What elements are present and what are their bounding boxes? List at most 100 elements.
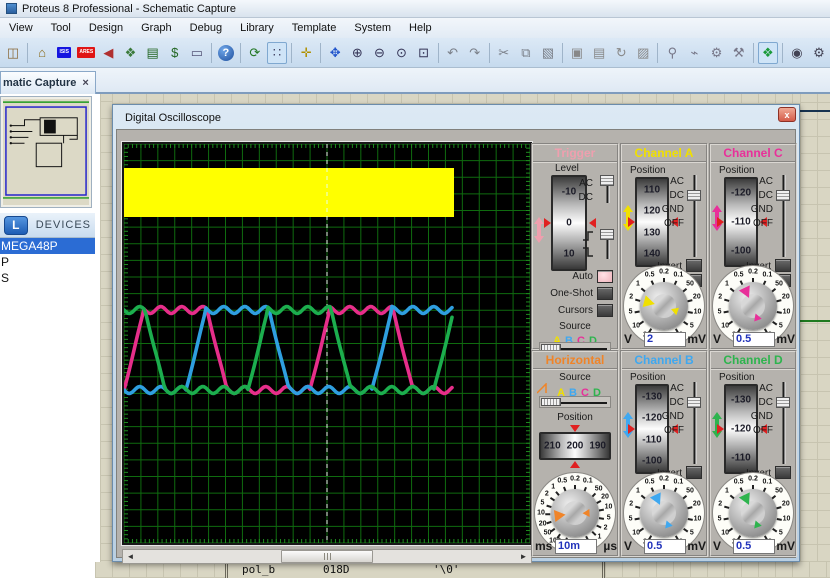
wheel-value: -110 <box>726 452 756 463</box>
cut-icon[interactable]: ✂ <box>494 42 514 64</box>
device-item-p[interactable]: P <box>0 254 95 270</box>
scrollbar-thumb[interactable] <box>281 550 373 563</box>
menu-system[interactable]: System <box>345 20 400 36</box>
menu-graph[interactable]: Graph <box>132 20 181 36</box>
knob-scale-value: 50 <box>775 488 783 495</box>
schematic-sheet-edge-top[interactable] <box>112 94 830 104</box>
menu-debug[interactable]: Debug <box>181 20 231 36</box>
device-item-s[interactable]: S <box>0 270 95 286</box>
channel-b-gain-knob[interactable]: 20105210.50.20.150201052VmV0.5 <box>622 473 706 557</box>
tab-schematic-capture[interactable]: matic Capture × <box>0 71 96 94</box>
grid-toggle-icon[interactable]: ∷ <box>267 42 287 64</box>
trigger-oneshot-button[interactable] <box>597 287 613 300</box>
channel-a-coupling-slider[interactable] <box>686 173 704 259</box>
exit-door-icon[interactable]: ◫ <box>3 42 23 64</box>
trigger-oneshot-label: One-Shot <box>550 288 593 299</box>
slider-thumb[interactable] <box>600 229 614 240</box>
home-icon[interactable]: ⌂ <box>32 42 52 64</box>
knob-scale-value: 5 <box>629 515 633 522</box>
block-delete-icon[interactable]: ▨ <box>633 42 653 64</box>
paste-icon[interactable]: ▧ <box>538 42 558 64</box>
knob-scale-value: 2 <box>545 490 549 497</box>
slider-thumb[interactable] <box>600 175 614 186</box>
block-move-icon[interactable]: ▤ <box>589 42 609 64</box>
slider-thumb[interactable] <box>687 190 701 201</box>
measure-icon[interactable]: ▭ <box>187 42 207 64</box>
origin-icon[interactable]: ✛ <box>296 42 316 64</box>
block-rotate-icon[interactable]: ↻ <box>611 42 631 64</box>
device-item-mega48p[interactable]: MEGA48P <box>0 238 95 254</box>
channel-d-coupling-slider[interactable] <box>775 380 793 466</box>
property-tool-icon[interactable]: ⚙ <box>809 42 829 64</box>
refresh-icon[interactable]: ⟳ <box>245 42 265 64</box>
design-explorer-icon[interactable]: ❖ <box>758 42 778 64</box>
schematic-sheet-edge-right[interactable] <box>800 94 830 562</box>
zoom-select-icon[interactable]: ⚲ <box>662 42 682 64</box>
ares-icon[interactable]: ARES <box>76 42 96 64</box>
trigger-coupling-switch[interactable] <box>599 173 617 205</box>
configure-icon[interactable]: ⚙ <box>707 42 727 64</box>
isis-icon[interactable]: ISIS <box>54 42 74 64</box>
channel-c-panel: Channel CPosition-120-110-100ACDCGNDOFFI… <box>709 143 797 350</box>
scope-titlebar[interactable]: Digital Oscilloscope <box>116 108 796 128</box>
channel-b-coupling-slider[interactable] <box>686 380 704 466</box>
knob-scale-value: 2 <box>629 294 633 301</box>
hammer-icon[interactable]: ⚒ <box>729 42 749 64</box>
slider-thumb[interactable] <box>776 190 790 201</box>
undo-icon[interactable]: ↶ <box>443 42 463 64</box>
bom-icon[interactable]: $ <box>165 42 185 64</box>
slider-thumb[interactable] <box>541 398 561 406</box>
schematic-sheet-edge-left[interactable] <box>95 94 112 578</box>
horizontal-timebase-knob[interactable]: 2001005020105210.50.20.15020105210.5msµs… <box>533 473 617 557</box>
pick-library-button[interactable]: L <box>4 216 28 235</box>
horizontal-position-wheel[interactable]: 210200190 <box>539 432 611 460</box>
network-icon[interactable]: ❖ <box>120 42 140 64</box>
wire-edit-icon[interactable]: ⌁ <box>684 42 704 64</box>
scope-display[interactable] <box>122 142 532 545</box>
menu-tool[interactable]: Tool <box>42 20 80 36</box>
slider-thumb[interactable] <box>687 397 701 408</box>
menu-template[interactable]: Template <box>283 20 346 36</box>
schematic-overview[interactable] <box>0 96 92 208</box>
redo-icon[interactable]: ↷ <box>465 42 485 64</box>
zoom-in-icon[interactable]: ⊕ <box>347 42 367 64</box>
zoom-area-icon[interactable]: ⊡ <box>414 42 434 64</box>
scrollbar-track[interactable] <box>138 550 516 563</box>
pan-icon[interactable]: ✥ <box>325 42 345 64</box>
channel-a-position-label: Position <box>630 165 666 176</box>
wheel-value: -100 <box>726 245 756 256</box>
report-icon[interactable]: ▤ <box>143 42 163 64</box>
knob-unit-right: µs <box>603 539 617 553</box>
menu-design[interactable]: Design <box>80 20 132 36</box>
knob-unit-right: mV <box>687 539 706 553</box>
scope-scrollbar[interactable]: ◄ ► <box>122 549 532 564</box>
trigger-cursors-button[interactable] <box>597 304 613 317</box>
zoom-out-icon[interactable]: ⊖ <box>369 42 389 64</box>
zoom-full-icon[interactable]: ⊙ <box>391 42 411 64</box>
trigger-auto-button[interactable] <box>597 270 613 283</box>
schematic-wire <box>800 320 830 322</box>
scrollbar-right-arrow[interactable]: ► <box>516 550 531 563</box>
copy-icon[interactable]: ⧉ <box>516 42 536 64</box>
help-icon[interactable]: ? <box>216 42 236 64</box>
horizontal-source-slider[interactable] <box>539 396 611 408</box>
slider-thumb[interactable] <box>776 397 790 408</box>
scope-close-button[interactable]: x <box>778 107 796 122</box>
watch-cell: pol_b <box>242 563 275 576</box>
trigger-level-wheel[interactable]: -10010 <box>551 175 587 271</box>
channel-c-gain-knob[interactable]: 20105210.50.20.150201052VmV0.5 <box>711 266 795 350</box>
coupling-gnd: GND <box>662 411 684 422</box>
trigger-edge-switch[interactable] <box>599 227 617 261</box>
scrollbar-left-arrow[interactable]: ◄ <box>123 550 138 563</box>
menu-help[interactable]: Help <box>400 20 441 36</box>
coupling-off: OFF <box>664 425 684 436</box>
menu-view[interactable]: View <box>0 20 42 36</box>
terminal-icon[interactable]: ◀ <box>98 42 118 64</box>
channel-c-coupling-slider[interactable] <box>775 173 793 259</box>
search-icon[interactable]: ◉ <box>787 42 807 64</box>
channel-d-gain-knob[interactable]: 20105210.50.20.150201052VmV0.5 <box>711 473 795 557</box>
menu-library[interactable]: Library <box>231 20 283 36</box>
block-copy-icon[interactable]: ▣ <box>567 42 587 64</box>
tab-close-icon[interactable]: × <box>82 77 88 89</box>
channel-a-gain-knob[interactable]: 20105210.50.20.150201052VmV2 <box>622 266 706 350</box>
